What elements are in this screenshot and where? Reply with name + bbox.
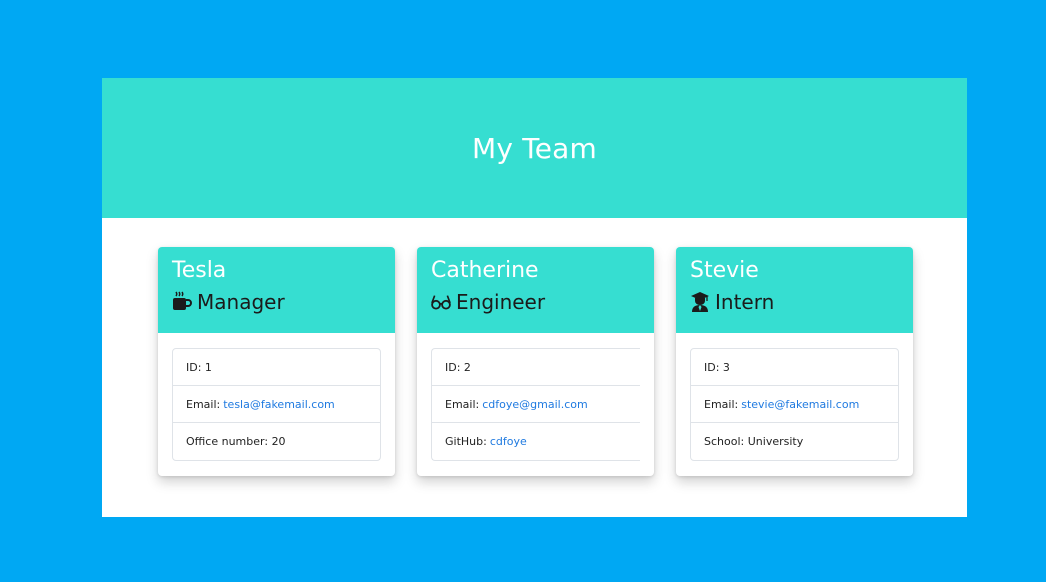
employee-role-label: Manager	[197, 290, 285, 314]
glasses-icon	[431, 291, 451, 313]
detail-email: Email: cdfoye@gmail.com	[432, 386, 640, 423]
id-label: ID:	[704, 360, 720, 374]
employee-role: Intern	[690, 289, 899, 315]
school-value: University	[747, 435, 804, 448]
github-link[interactable]: cdfoye	[490, 435, 527, 448]
id-value: 2	[463, 360, 471, 374]
card-body: ID: 3 Email: stevie@fakemail.com School:…	[676, 333, 913, 461]
detail-id: ID: 3	[691, 349, 898, 386]
email-link[interactable]: tesla@fakemail.com	[223, 398, 335, 411]
email-link[interactable]: cdfoye@gmail.com	[482, 398, 587, 411]
employee-details: ID: 3 Email: stevie@fakemail.com School:…	[690, 348, 899, 461]
office-value: 20	[271, 435, 286, 448]
detail-office-number: Office number: 20	[173, 423, 380, 460]
employee-name: Catherine	[431, 258, 539, 283]
email-label: Email:	[445, 397, 480, 411]
employee-name: Stevie	[690, 258, 759, 283]
employee-role: Engineer	[431, 289, 640, 315]
github-label: GitHub:	[445, 435, 487, 448]
employee-role-label: Intern	[715, 290, 775, 314]
employee-role-label: Engineer	[456, 290, 546, 314]
employee-details: ID: 2 Email: cdfoye@gmail.com GitHub: cd…	[431, 348, 640, 461]
school-label: School:	[704, 435, 745, 448]
detail-id: ID: 2	[432, 349, 640, 386]
card-body: ID: 1 Email: tesla@fakemail.com Office n…	[158, 333, 395, 461]
email-label: Email:	[704, 397, 739, 411]
card-body: ID: 2 Email: cdfoye@gmail.com GitHub: cd…	[417, 333, 654, 461]
employee-card-manager: Tesla Manager ID: 1 Email: tesla@fakemai…	[158, 247, 395, 476]
card-header: Catherine Engineer	[417, 247, 654, 333]
detail-github: GitHub: cdfoye	[432, 423, 640, 460]
employee-name: Tesla	[172, 258, 227, 283]
employee-card-intern: Stevie Intern ID: 3 Email: stevie@fakema…	[676, 247, 913, 476]
employee-role: Manager	[172, 289, 381, 315]
detail-id: ID: 1	[173, 349, 380, 386]
page-header: My Team	[102, 78, 967, 218]
id-value: 3	[722, 360, 730, 374]
detail-email: Email: stevie@fakemail.com	[691, 386, 898, 423]
page-title: My Team	[471, 131, 598, 165]
id-label: ID:	[186, 360, 202, 374]
team-page: My Team Tesla Manager ID: 1 Email: tesla…	[102, 78, 967, 517]
employee-card-engineer: Catherine Engineer ID: 2 Email: cdfoye@g…	[417, 247, 654, 476]
employee-details: ID: 1 Email: tesla@fakemail.com Office n…	[172, 348, 381, 461]
id-value: 1	[204, 360, 212, 374]
coffee-mug-icon	[172, 291, 192, 313]
office-label: Office number:	[186, 435, 269, 448]
email-label: Email:	[186, 397, 221, 411]
card-header: Tesla Manager	[158, 247, 395, 333]
detail-email: Email: tesla@fakemail.com	[173, 386, 380, 423]
card-header: Stevie Intern	[676, 247, 913, 333]
graduate-icon	[690, 291, 710, 313]
id-label: ID:	[445, 360, 461, 374]
detail-school: School: University	[691, 423, 898, 460]
email-link[interactable]: stevie@fakemail.com	[741, 398, 859, 411]
